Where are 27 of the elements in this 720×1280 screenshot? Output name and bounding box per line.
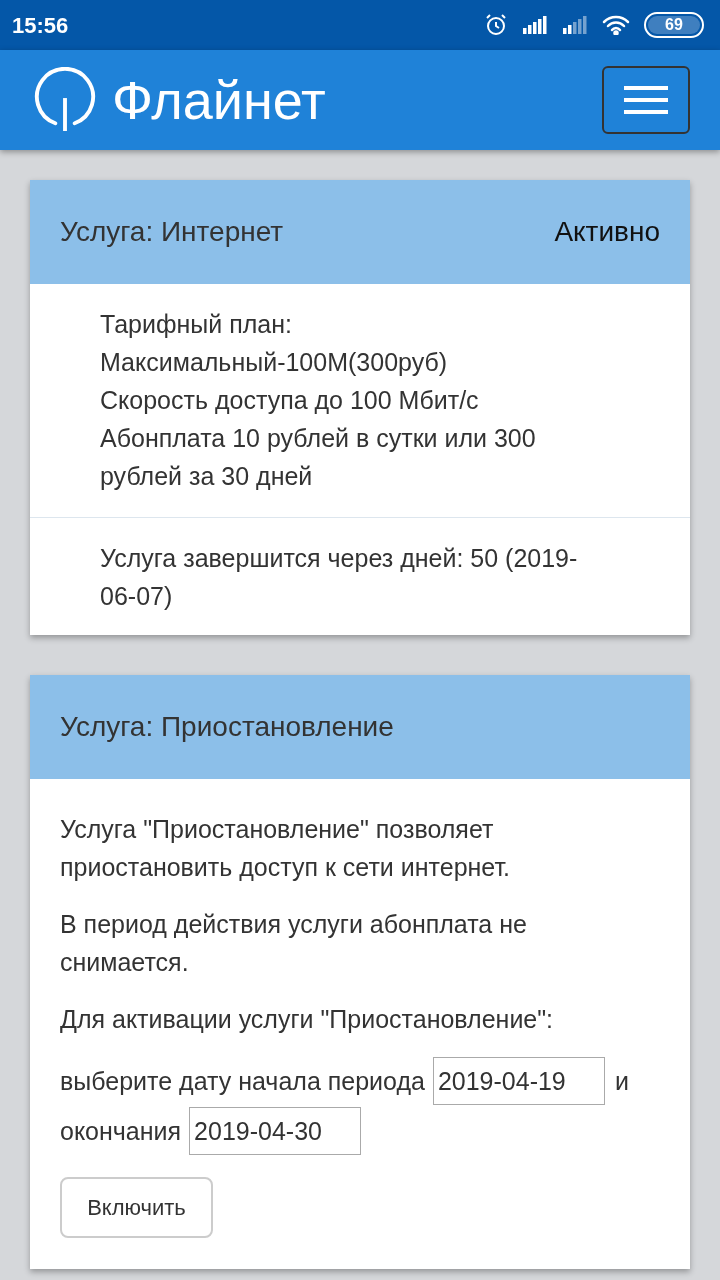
- plan-detail-text: Тарифный план:: [100, 309, 293, 340]
- brand-logo-icon: [34, 67, 96, 133]
- battery-indicator: 69: [644, 12, 704, 38]
- plan-detail-text: Максимальный-100М(300руб): [100, 347, 449, 378]
- start-date-field[interactable]: 2019-04-19: [432, 1057, 605, 1105]
- conjunction-text: и: [614, 1066, 629, 1097]
- alarm-icon: [484, 13, 508, 37]
- expiry-text: Услуга завершится через дней: 50 (2019-06-07): [100, 543, 579, 612]
- card-title: Услуга: Интернет: [60, 215, 284, 249]
- end-date-label: окончания: [60, 1116, 182, 1147]
- description-text: Услуга "Приостановление" позволяет приостановить доступ к сети интернет.: [60, 814, 512, 883]
- description-text: В период действия услуги абонплата не снимается.: [60, 909, 528, 978]
- service-status: Активно: [554, 215, 660, 249]
- signal-icon: [522, 16, 548, 34]
- menu-button[interactable]: [602, 66, 690, 134]
- description-text: Для активации услуги "Приостановление":: [60, 1004, 555, 1035]
- end-date-field[interactable]: 2019-04-30: [189, 1107, 362, 1155]
- plan-detail-text: Абонплата 10 рублей в сутки или 300 рублей за 30 дней: [100, 423, 537, 492]
- menu-icon: [624, 85, 668, 115]
- brand-name: Флайнет: [112, 73, 326, 127]
- card-title: Услуга: Приостановление: [60, 710, 394, 744]
- wifi-icon: [602, 15, 630, 35]
- enable-button[interactable]: Включить: [60, 1177, 213, 1238]
- plan-detail-text: Скорость доступа до 100 Мбит/с: [100, 385, 480, 416]
- status-time: 15:56: [12, 11, 69, 40]
- signal-icon: [562, 16, 588, 34]
- start-date-label: выберите дату начала периода: [60, 1066, 425, 1097]
